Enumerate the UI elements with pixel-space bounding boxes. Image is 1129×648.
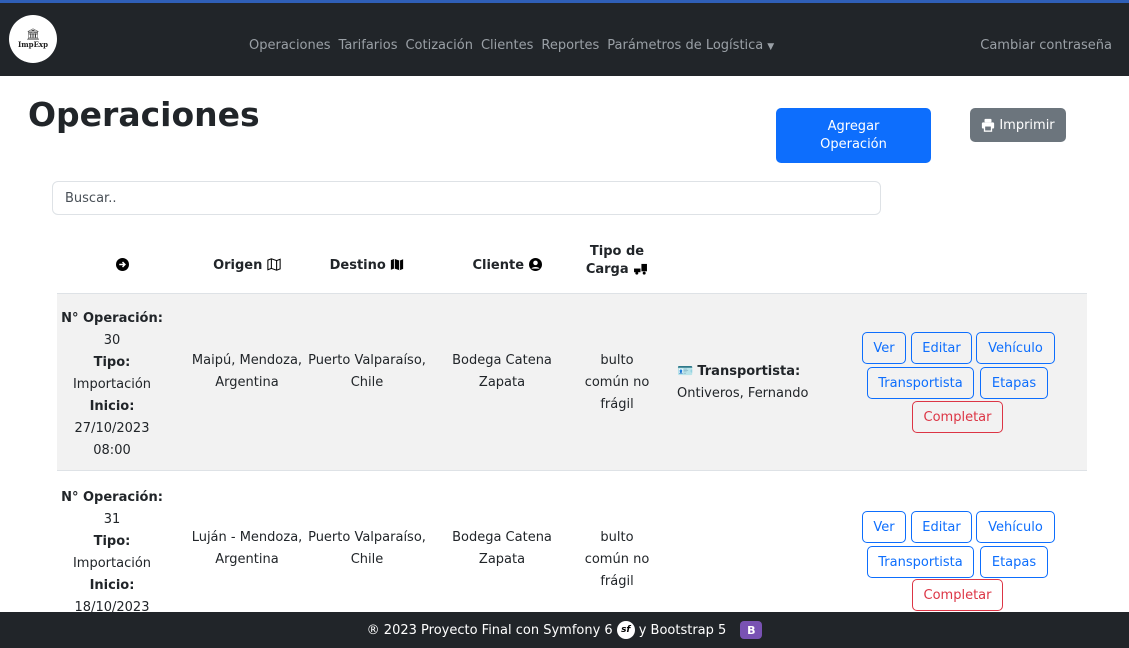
op-start-label: Inicio: <box>89 578 135 593</box>
vehicle-button[interactable]: Vehículo <box>976 332 1055 364</box>
carrier-name: Ontiveros, Fernando <box>677 386 809 401</box>
map-outline-icon <box>267 258 281 271</box>
op-type-value: Importación <box>72 377 152 392</box>
page-title: Operaciones <box>28 95 260 134</box>
op-start-label: Inicio: <box>89 399 135 414</box>
map-filled-icon <box>391 258 404 271</box>
carrier-button[interactable]: Transportista <box>867 367 974 399</box>
table-header: Origen Destino Cliente Tipo de Carga <box>57 243 1087 293</box>
brand-logo[interactable]: 🏛 ImpExp <box>9 15 57 63</box>
user-circle-icon <box>528 258 542 271</box>
print-button-label: Imprimir <box>999 117 1055 133</box>
nav-link-clientes[interactable]: Clientes <box>481 38 533 53</box>
brand-logo-text: ImpExp <box>18 40 48 49</box>
op-number-value: 30 <box>103 333 121 348</box>
origin-cell: Luján - Mendoza, Argentina <box>191 530 303 567</box>
search-input[interactable] <box>52 181 881 215</box>
footer: ® 2023 Proyecto Final con Symfony 6 sf y… <box>0 612 1129 648</box>
destination-cell: Puerto Valparaíso, Chile <box>308 530 426 567</box>
client-cell: Bodega Catena Zapata <box>452 353 552 390</box>
origin-cell: Maipú, Mendoza, Argentina <box>191 353 303 390</box>
vehicle-button[interactable]: Vehículo <box>976 511 1055 543</box>
building-icon: 🏛 <box>26 28 40 41</box>
nav-links: Operaciones Tarifarios Cotización Client… <box>249 38 782 53</box>
print-button[interactable]: Imprimir <box>970 108 1066 142</box>
carrier-cell: 🪪 Transportista: Ontiveros, Fernando <box>677 361 857 405</box>
header-client: Cliente <box>447 257 567 275</box>
stages-button[interactable]: Etapas <box>980 546 1048 578</box>
printer-icon <box>982 118 995 132</box>
cargo-cell: bulto común no frágil <box>584 353 650 412</box>
operation-info: N° Operación: 31 Tipo: Importación Inici… <box>57 487 167 619</box>
arrow-circle-right-icon <box>107 257 137 275</box>
table-row: N° Operación: 30 Tipo: Importación Inici… <box>57 293 1087 470</box>
operation-info: N° Operación: 30 Tipo: Importación Inici… <box>57 308 167 462</box>
table-row: N° Operación: 31 Tipo: Importación Inici… <box>57 470 1087 615</box>
nav-link-cotizacion[interactable]: Cotización <box>405 38 472 53</box>
view-button[interactable]: Ver <box>862 332 906 364</box>
nav-link-change-password[interactable]: Cambiar contraseña <box>980 38 1112 53</box>
navbar: 🏛 ImpExp Operaciones Tarifarios Cotizaci… <box>0 3 1129 76</box>
cargo-truck-icon <box>634 263 648 275</box>
op-number-label: N° Operación: <box>61 490 163 505</box>
complete-button[interactable]: Completar <box>912 401 1003 433</box>
nav-dropdown-label: Parámetros de Logística <box>607 38 764 53</box>
header-origin: Origen <box>187 257 307 275</box>
op-type-value: Importación <box>72 556 152 571</box>
complete-button[interactable]: Completar <box>912 579 1003 611</box>
add-operation-button[interactable]: Agregar Operación <box>776 108 931 163</box>
carrier-button[interactable]: Transportista <box>867 546 974 578</box>
op-number-label: N° Operación: <box>61 311 163 326</box>
op-number-value: 31 <box>103 512 121 527</box>
op-type-label: Tipo: <box>93 355 131 370</box>
nav-link-operaciones[interactable]: Operaciones <box>249 38 331 53</box>
op-start-time: 08:00 <box>93 443 131 458</box>
bootstrap-logo-icon: B <box>740 621 763 639</box>
footer-text: ® 2023 Proyecto Final con Symfony 6 <box>366 622 613 638</box>
nav-link-tarifarios[interactable]: Tarifarios <box>339 38 398 53</box>
edit-button[interactable]: Editar <box>911 332 972 364</box>
header-destination-label: Destino <box>329 258 386 273</box>
destination-cell: Puerto Valparaíso, Chile <box>308 353 426 390</box>
nav-link-reportes[interactable]: Reportes <box>541 38 599 53</box>
nav-dropdown-parametros[interactable]: Parámetros de Logística ▼ <box>607 38 774 53</box>
op-type-label: Tipo: <box>93 534 131 549</box>
view-button[interactable]: Ver <box>862 511 906 543</box>
header-origin-label: Origen <box>213 258 263 273</box>
id-card-icon: 🪪 <box>677 364 694 379</box>
header-cargo: Tipo de Carga <box>567 243 667 279</box>
cargo-cell: bulto común no frágil <box>584 530 650 589</box>
footer-text-2: y Bootstrap 5 <box>638 622 727 638</box>
header-destination: Destino <box>307 257 427 275</box>
carrier-label: Transportista: <box>697 364 801 379</box>
op-start-date: 27/10/2023 <box>74 421 150 436</box>
client-cell: Bodega Catena Zapata <box>452 530 552 567</box>
symfony-logo-icon: sf <box>616 621 635 639</box>
stages-button[interactable]: Etapas <box>980 367 1048 399</box>
caret-down-icon: ▼ <box>767 42 775 52</box>
header-client-label: Cliente <box>472 258 525 273</box>
edit-button[interactable]: Editar <box>911 511 972 543</box>
